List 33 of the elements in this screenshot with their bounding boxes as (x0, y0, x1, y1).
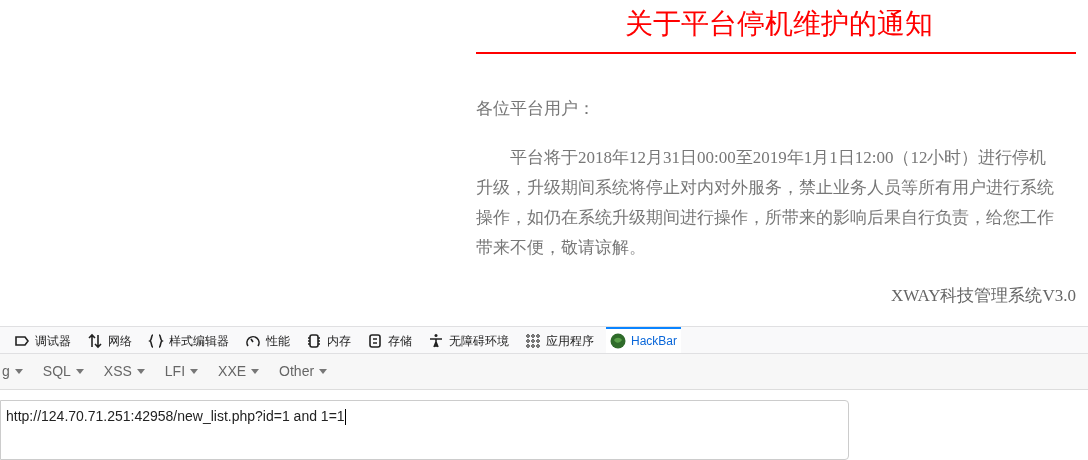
devtools-tab[interactable]: 应用程序 (521, 326, 598, 353)
caret-icon (136, 369, 145, 374)
devtools-tab[interactable]: 存储 (363, 326, 416, 353)
devtools-tab[interactable]: 调试器 (10, 326, 75, 353)
signature: XWAY科技管理系统V3.0 (890, 285, 1076, 307)
grid-icon (525, 332, 541, 349)
devtools-tab[interactable]: 无障碍环境 (424, 326, 513, 353)
hackbar-menu[interactable]: g (2, 361, 23, 382)
braces-icon (148, 332, 164, 349)
greeting: 各位平台用户： (476, 98, 596, 120)
hackbar-logo-icon (610, 332, 626, 349)
notice-title: 关于平台停机维护的通知 (624, 7, 933, 41)
hackbar-menu[interactable]: Other (279, 361, 328, 382)
arrows-icon (87, 332, 103, 349)
caret-icon (14, 369, 23, 374)
caret-icon (251, 369, 260, 374)
hackbar-menu[interactable]: XXE (218, 361, 260, 382)
devtools-tab[interactable]: 样式编辑器 (144, 326, 233, 353)
hackbar-menu[interactable]: XSS (103, 361, 145, 382)
chip-icon (306, 332, 322, 349)
storage-icon (367, 332, 383, 349)
caret-icon (319, 369, 328, 374)
devtools-tab[interactable]: HackBar (606, 326, 681, 353)
caret-icon (75, 369, 84, 374)
hackbar-menu[interactable]: LFI (164, 361, 199, 382)
notice-body: 平台将于2018年12月31日00:00至2019年1月1日12:00（12小时）进行停机升级，升级期间系统将停止对内对外服务，禁止业务人员等所有用户进行系统操作，如仍在系统升级期间进行操作，所带来的影响后果自行负责，给您工作带来不便，敬请谅解。 (476, 147, 1055, 259)
url-field[interactable]: http://124.70.71.251:42958/new_list.php?id=1 and 1=1 (0, 400, 849, 460)
devtools-tab[interactable]: 性能 (241, 326, 294, 353)
devtools-tab[interactable]: 内存 (302, 326, 355, 353)
hackbar-menu[interactable]: SQL (42, 361, 84, 382)
devtools-tab[interactable]: 网络 (83, 326, 136, 353)
caret-icon (190, 369, 199, 374)
person-icon (428, 332, 444, 349)
